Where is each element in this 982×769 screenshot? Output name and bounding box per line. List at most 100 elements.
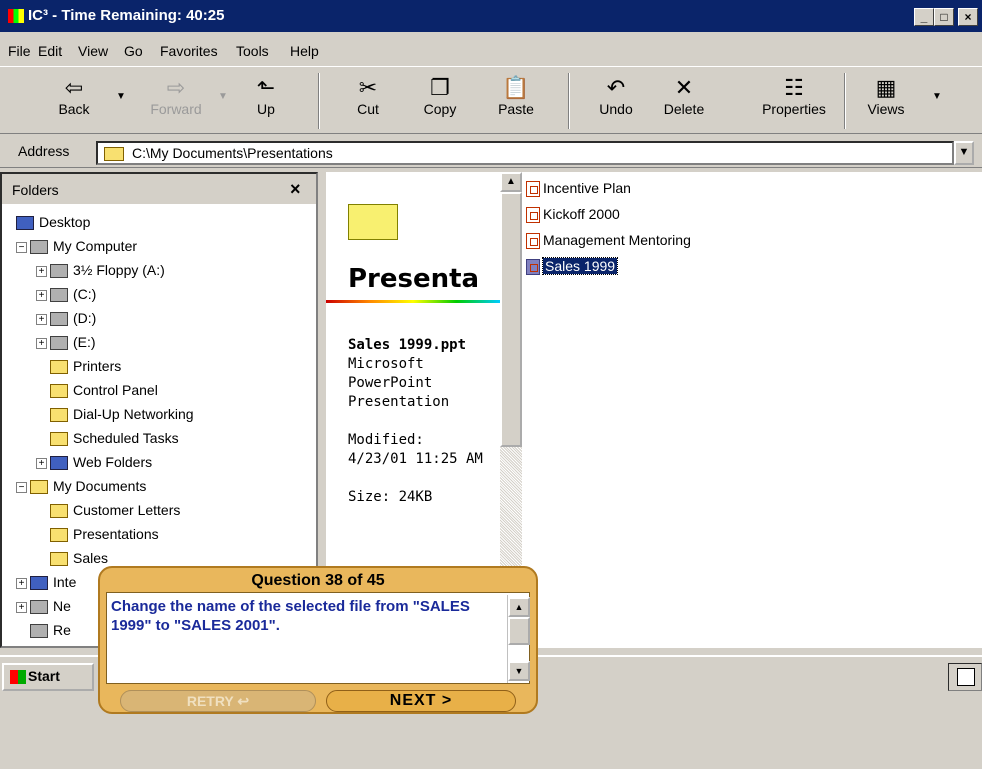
hard-drive-icon — [50, 288, 68, 303]
open-folder-icon — [50, 528, 68, 543]
menu-go[interactable]: Go — [124, 43, 143, 59]
forward-dropdown-icon[interactable]: ▼ — [218, 91, 228, 102]
tree-item-c-drive[interactable]: + (C:) — [36, 286, 96, 303]
file-item[interactable]: Management Mentoring — [526, 232, 691, 250]
desktop-icon — [16, 216, 34, 231]
properties-icon: ☷ — [784, 75, 804, 100]
network-icon — [30, 600, 48, 615]
expand-icon[interactable]: + — [16, 601, 27, 613]
forward-button[interactable]: ⇨ Forward — [146, 75, 206, 117]
web-folders-icon — [50, 456, 68, 471]
tree-item-d-drive[interactable]: + (D:) — [36, 310, 96, 327]
retry-button[interactable]: RETRY ↩ — [120, 690, 316, 712]
up-folder-icon: ⬑ — [256, 75, 276, 100]
app-icon — [8, 9, 24, 23]
close-button[interactable]: × — [958, 8, 978, 26]
title-bar: IC³ - Time Remaining: 40:25 _ □ × — [0, 0, 982, 32]
tree-item-internet[interactable]: + Inte — [16, 574, 76, 591]
tree-item-presentations[interactable]: Presentations — [50, 526, 159, 543]
collapse-icon[interactable]: − — [16, 481, 27, 493]
question-textbox: Change the name of the selected file fro… — [106, 592, 530, 684]
tree-item-my-documents[interactable]: − My Documents — [16, 478, 146, 495]
menu-favorites[interactable]: Favorites — [160, 43, 218, 59]
expand-icon[interactable]: + — [36, 457, 47, 469]
expand-icon[interactable]: + — [16, 577, 27, 589]
scroll-down-icon[interactable]: ▼ — [508, 661, 530, 681]
tree-item-floppy[interactable]: +3½ Floppy (A:) — [36, 262, 165, 279]
next-button[interactable]: NEXT > — [326, 690, 516, 712]
back-dropdown-icon[interactable]: ▼ — [116, 91, 126, 102]
views-button[interactable]: ▦ Views — [856, 75, 916, 117]
file-item[interactable]: Kickoff 2000 — [526, 206, 620, 224]
tree-item-web-folders[interactable]: + Web Folders — [36, 454, 152, 471]
rainbow-divider — [326, 300, 500, 303]
views-dropdown-icon[interactable]: ▼ — [932, 91, 942, 102]
back-button[interactable]: ⇦ Back — [44, 75, 104, 117]
powerpoint-file-icon — [526, 259, 540, 276]
hard-drive-icon — [50, 312, 68, 327]
folder-icon — [50, 552, 68, 567]
expand-icon[interactable]: + — [36, 337, 47, 349]
tree-item-network[interactable]: + Ne — [16, 598, 71, 615]
address-input[interactable]: C:\My Documents\Presentations — [96, 141, 954, 165]
file-item-selected[interactable]: Sales 1999 — [526, 257, 619, 276]
expand-icon[interactable]: + — [36, 265, 47, 277]
tray-scheduler-icon[interactable] — [957, 668, 975, 686]
menu-tools[interactable]: Tools — [236, 43, 269, 59]
clipboard-icon: 📋 — [502, 75, 530, 100]
recycle-bin-icon — [30, 624, 48, 639]
delete-button[interactable]: ✕ Delete — [654, 75, 714, 117]
question-scrollbar[interactable]: ▲ ▼ — [507, 595, 530, 683]
address-dropdown-icon[interactable]: ▼ — [954, 141, 974, 165]
control-panel-icon — [50, 384, 68, 399]
scroll-thumb[interactable] — [508, 617, 530, 645]
computer-icon — [30, 240, 48, 255]
folder-icon — [50, 504, 68, 519]
delete-x-icon: ✕ — [674, 75, 694, 100]
file-info: Sales 1999.ppt Microsoft PowerPoint Pres… — [348, 336, 498, 507]
copy-icon: ❐ — [430, 75, 450, 100]
views-icon: ▦ — [875, 75, 897, 100]
tree-item-sales[interactable]: Sales — [50, 550, 108, 567]
maximize-button[interactable]: □ — [934, 8, 954, 26]
scroll-up-icon[interactable]: ▲ — [500, 172, 522, 192]
file-list: Incentive Plan Kickoff 2000 Management M… — [522, 172, 982, 648]
expand-icon[interactable]: + — [36, 313, 47, 325]
tree-item-my-computer[interactable]: − My Computer — [16, 238, 137, 255]
tree-item-control-panel[interactable]: Control Panel — [50, 382, 158, 399]
tree-item-desktop[interactable]: Desktop — [16, 214, 90, 231]
tree-item-dial-up[interactable]: Dial-Up Networking — [50, 406, 194, 423]
scroll-up-icon[interactable]: ▲ — [508, 597, 530, 617]
menu-edit[interactable]: Edit — [38, 43, 62, 59]
tree-item-customer-letters[interactable]: Customer Letters — [50, 502, 180, 519]
file-item[interactable]: Incentive Plan — [526, 180, 631, 198]
file-size: Size: 24KB — [348, 489, 433, 505]
expand-icon[interactable]: + — [36, 289, 47, 301]
tree-item-e-drive[interactable]: + (E:) — [36, 334, 96, 351]
tree-item-recycle-bin[interactable]: Re — [30, 622, 71, 639]
menu-help[interactable]: Help — [290, 43, 319, 59]
menu-file[interactable]: File — [8, 43, 31, 59]
menu-view[interactable]: View — [78, 43, 108, 59]
minimize-button[interactable]: _ — [914, 8, 934, 26]
cut-button[interactable]: ✂ Cut — [338, 75, 398, 117]
collapse-icon[interactable]: − — [16, 241, 27, 253]
question-title: Question 38 of 45 — [251, 572, 385, 589]
folders-close-icon[interactable]: × — [290, 179, 301, 200]
properties-button[interactable]: ☷ Properties — [752, 75, 836, 117]
undo-button[interactable]: ↶ Undo — [586, 75, 646, 117]
powerpoint-file-icon — [526, 233, 540, 250]
start-button[interactable]: Start — [2, 663, 94, 691]
up-button[interactable]: ⬑ Up — [236, 75, 296, 117]
scroll-thumb[interactable] — [500, 192, 522, 447]
toolbar-separator — [844, 73, 846, 129]
folders-header: Folders × — [2, 174, 316, 204]
copy-button[interactable]: ❐ Copy — [410, 75, 470, 117]
tree-item-printers[interactable]: Printers — [50, 358, 121, 375]
windows-logo-icon — [10, 670, 26, 685]
paste-button[interactable]: 📋 Paste — [486, 75, 546, 117]
tree-item-scheduled-tasks[interactable]: Scheduled Tasks — [50, 430, 179, 447]
system-tray — [948, 663, 982, 691]
large-folder-icon — [348, 204, 398, 240]
file-type: Microsoft PowerPoint Presentation — [348, 356, 450, 410]
